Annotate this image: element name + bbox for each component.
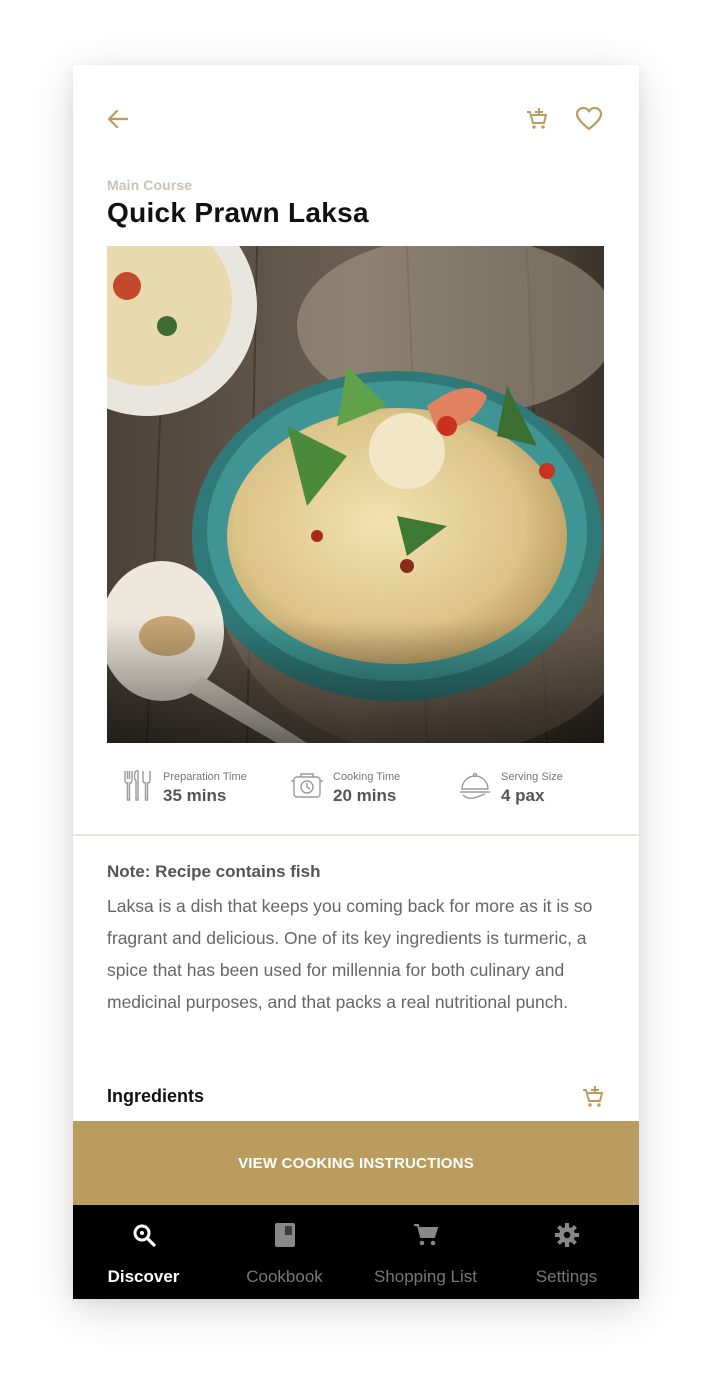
tab-label: Shopping List — [373, 1267, 478, 1286]
recipe-description: Laksa is a dish that keeps you coming ba… — [107, 896, 593, 1012]
stat-value: 35 mins — [163, 786, 227, 805]
tab-discover[interactable]: Discover — [73, 1205, 214, 1299]
divider — [73, 834, 639, 836]
gear-icon — [554, 1223, 579, 1247]
arrow-left-icon — [107, 109, 129, 129]
cart-add-icon — [583, 1086, 603, 1107]
cart-icon — [413, 1224, 438, 1246]
tab-cookbook[interactable]: Cookbook — [214, 1205, 355, 1299]
view-cooking-instructions-button[interactable]: VIEW COOKING INSTRUCTIONS — [73, 1121, 639, 1205]
recipe-photo — [107, 246, 604, 743]
tab-label: Discover — [107, 1267, 180, 1286]
top-bar — [73, 65, 639, 175]
back-button[interactable] — [102, 103, 134, 135]
bottom-tab-bar: Discover Cookbook Shopping List Settings — [73, 1205, 639, 1299]
stat-value: 4 pax — [501, 786, 545, 805]
cart-add-icon — [527, 108, 547, 129]
recipe-stats: Preparation Time 35 mins Cooking Time 20… — [107, 755, 604, 815]
book-icon — [274, 1223, 295, 1247]
add-ingredients-to-cart-button[interactable] — [577, 1081, 609, 1113]
add-to-cart-button[interactable] — [521, 103, 553, 135]
tab-shopping-list[interactable]: Shopping List — [355, 1205, 496, 1299]
tab-label: Cookbook — [246, 1267, 323, 1286]
tab-label: Settings — [535, 1267, 598, 1286]
heart-icon — [575, 106, 603, 131]
pot-timer-icon — [291, 773, 323, 798]
utensils-icon — [124, 770, 151, 801]
recipe-note: Note: Recipe contains fish — [107, 862, 321, 881]
stat-label: Preparation Time — [163, 771, 247, 783]
recipe-category: Main Course — [107, 177, 193, 193]
stat-label: Serving Size — [501, 771, 563, 783]
recipe-screen: Main Course Quick Prawn Laksa Preparatio… — [73, 65, 639, 1299]
serving-dish-icon — [460, 772, 490, 800]
tab-settings[interactable]: Settings — [496, 1205, 637, 1299]
stat-label: Cooking Time — [333, 771, 401, 783]
recipe-title: Quick Prawn Laksa — [107, 197, 369, 228]
favorite-button[interactable] — [573, 103, 605, 135]
search-icon — [133, 1224, 156, 1247]
ingredients-heading: Ingredients — [107, 1086, 205, 1106]
stat-value: 20 mins — [333, 786, 397, 805]
